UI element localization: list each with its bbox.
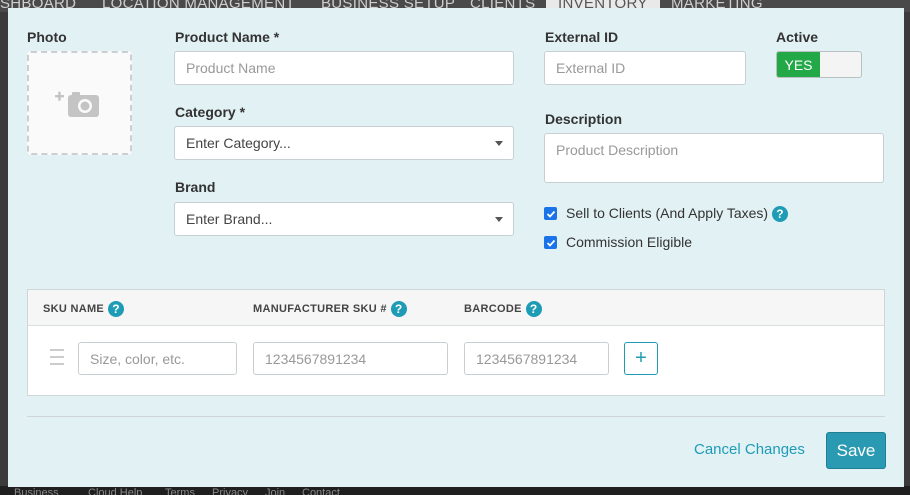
barcode-header: BARCODE ? [464, 301, 542, 317]
brand-select[interactable]: Enter Brand... [174, 202, 514, 236]
sku-name-header: SKU NAME ? [43, 301, 125, 317]
manufacturer-sku-header: MANUFACTURER SKU # ? [253, 301, 407, 317]
help-icon[interactable]: ? [525, 301, 542, 317]
commission-eligible-checkbox[interactable] [544, 236, 557, 249]
save-button[interactable]: Save [826, 432, 886, 469]
sku-table-header: SKU NAME ? MANUFACTURER SKU # ? BARCODE … [28, 290, 884, 326]
barcode-header-label: BARCODE [464, 303, 522, 315]
help-icon[interactable]: ? [108, 301, 125, 317]
drag-handle-icon[interactable] [50, 349, 64, 365]
caret-down-icon [495, 141, 503, 146]
manufacturer-sku-header-label: MANUFACTURER SKU # [253, 303, 387, 315]
manufacturer-sku-input[interactable]: 1234567891234 [253, 342, 448, 375]
sku-name-input[interactable]: Size, color, etc. [78, 342, 237, 375]
active-toggle[interactable]: YES [776, 51, 862, 78]
footer-link[interactable]: Business [14, 487, 59, 495]
sku-table: SKU NAME ? MANUFACTURER SKU # ? BARCODE … [27, 289, 885, 396]
footer-link[interactable]: Cloud Help [88, 487, 142, 495]
barcode-input[interactable]: 1234567891234 [464, 342, 609, 375]
help-icon[interactable]: ? [771, 206, 788, 223]
active-toggle-on: YES [777, 52, 820, 77]
sell-to-clients-checkbox[interactable] [544, 207, 557, 220]
footer-link[interactable]: Terms [165, 487, 195, 495]
photo-upload[interactable] [27, 51, 132, 155]
category-label: Category * [175, 104, 246, 120]
checkmark-icon [546, 239, 555, 247]
sell-to-clients-label: Sell to Clients (And Apply Taxes) [566, 205, 769, 221]
photo-label: Photo [27, 29, 67, 45]
add-product-modal: Photo Product Name * Product Name Catego… [8, 8, 904, 487]
category-value: Enter Category... [186, 135, 291, 151]
description-label: Description [545, 111, 623, 127]
caret-down-icon [495, 217, 503, 222]
active-label: Active [776, 29, 819, 45]
footer-link[interactable]: Privacy [212, 487, 248, 495]
footer-divider [27, 416, 885, 417]
add-sku-button[interactable]: + [624, 342, 658, 375]
checkmark-icon [546, 210, 555, 218]
sell-to-clients-row: Sell to Clients (And Apply Taxes) ? [566, 205, 788, 223]
cancel-changes-link[interactable]: Cancel Changes [694, 441, 805, 458]
product-name-input[interactable]: Product Name [174, 51, 514, 85]
brand-label: Brand [175, 179, 216, 195]
footer-link[interactable]: Contact [302, 487, 340, 495]
category-select[interactable]: Enter Category... [174, 126, 514, 160]
description-textarea[interactable]: Product Description [544, 133, 884, 183]
commission-eligible-label: Commission Eligible [566, 234, 693, 250]
product-name-label: Product Name * [175, 29, 280, 45]
footer-link[interactable]: Join [265, 487, 285, 495]
background-footer: Business Cloud Help Terms Privacy Join C… [0, 486, 910, 495]
add-photo-icon [55, 91, 99, 117]
external-id-input[interactable]: External ID [544, 51, 746, 85]
external-id-label: External ID [545, 29, 619, 45]
brand-value: Enter Brand... [186, 211, 273, 227]
sku-name-header-label: SKU NAME [43, 303, 105, 315]
help-icon[interactable]: ? [390, 301, 407, 317]
